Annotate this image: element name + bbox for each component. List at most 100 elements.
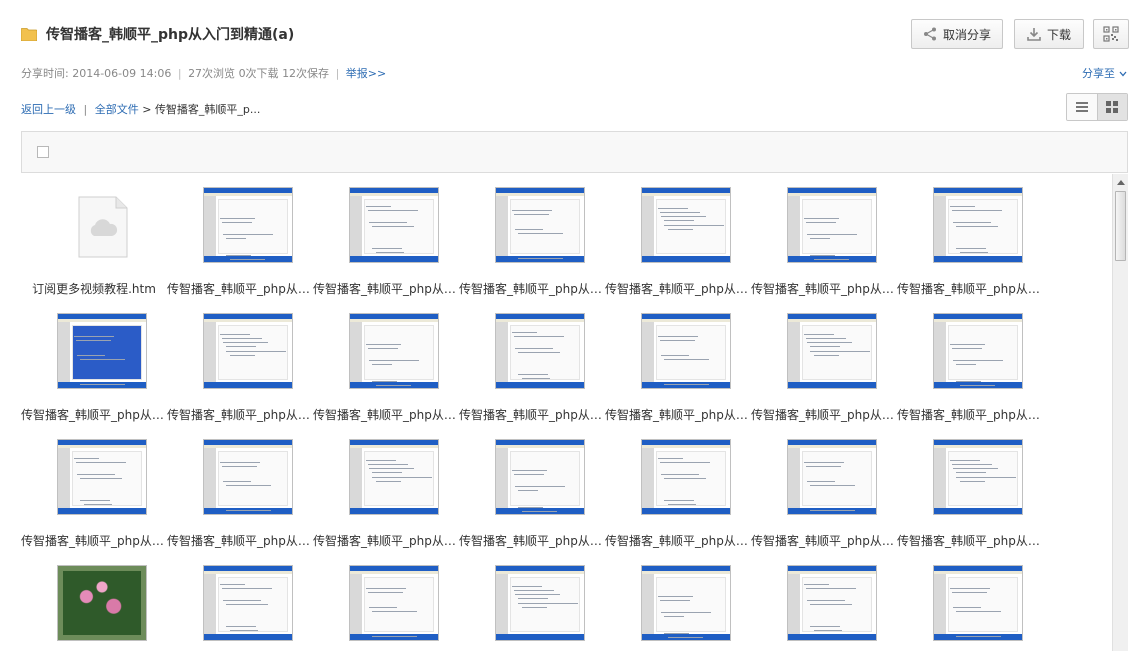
back-link[interactable]: 返回上一级 xyxy=(21,103,76,116)
file-thumbnail xyxy=(787,439,877,515)
file-name: 传智播客_韩顺平_php从入门到精通 xyxy=(167,408,313,422)
file-item[interactable]: 传智播客_韩顺平_php从入门到精通 xyxy=(167,174,313,300)
file-name: 传智播客_韩顺平_php从入门到精通 xyxy=(605,408,751,422)
unshare-button[interactable]: 取消分享 xyxy=(911,19,1003,49)
file-name: 传智播客_韩顺平_php从入门到精通 xyxy=(751,282,897,296)
file-name: 传智播客_韩顺平_php从入门到精通 xyxy=(459,534,605,548)
scrollbar[interactable] xyxy=(1112,174,1128,651)
file-name: 订阅更多视频教程.htm xyxy=(32,282,156,296)
file-name: 传智播客_韩顺平_php从入门到精通 xyxy=(751,408,897,422)
file-thumbnail xyxy=(495,187,585,263)
folder-icon xyxy=(21,28,37,41)
file-thumbnail xyxy=(203,313,293,389)
file-thumbnail xyxy=(57,565,147,641)
file-thumbnail xyxy=(641,439,731,515)
file-item[interactable]: 订阅更多视频教程.htm xyxy=(21,174,167,300)
save-count: 12次保存 xyxy=(282,67,330,80)
file-thumbnail xyxy=(933,439,1023,515)
breadcrumb: 返回上一级 | 全部文件 > 传智播客_韩顺平_p... xyxy=(21,101,260,117)
file-name: 传智播客_韩顺平_php从入门到精通 xyxy=(605,282,751,296)
file-thumbnail xyxy=(641,565,731,641)
file-item[interactable] xyxy=(751,552,897,651)
file-item[interactable]: 传智播客_韩顺平_php从入门到精通 xyxy=(897,426,1043,552)
file-grid: 订阅更多视频教程.htm传智播客_韩顺平_php从入门到精通传智播客_韩顺平_p… xyxy=(21,174,1112,651)
grid-icon xyxy=(1106,101,1119,113)
file-item[interactable]: 传智播客_韩顺平_php从入门到精通 xyxy=(897,300,1043,426)
file-thumbnail xyxy=(349,313,439,389)
file-thumbnail xyxy=(57,439,147,515)
file-thumbnail xyxy=(641,187,731,263)
breadcrumb-arrow: > xyxy=(142,103,152,116)
file-thumbnail xyxy=(203,439,293,515)
list-icon xyxy=(1075,102,1088,112)
share-to-label: 分享至 xyxy=(1082,67,1115,80)
file-thumbnail xyxy=(933,565,1023,641)
file-item[interactable]: 传智播客_韩顺平_php从入门到精通 xyxy=(313,174,459,300)
file-item[interactable]: 传智播客_韩顺平_php从入门到精通 xyxy=(459,426,605,552)
file-item[interactable]: 传智播客_韩顺平_php从入门到精通 xyxy=(605,300,751,426)
download-label: 下载 xyxy=(1046,27,1071,42)
page-title: 传智播客_韩顺平_php从入门到精通(a) xyxy=(46,27,295,43)
file-name: 传智播客_韩顺平_php从入门到精通 xyxy=(459,282,605,296)
file-name: 传智播客_韩顺平_php从入门到精通 xyxy=(167,534,313,548)
file-item[interactable]: 传智播客_韩顺平_php从入门到精通 xyxy=(313,426,459,552)
share-time: 2014-06-09 14:06 xyxy=(72,67,172,80)
file-name: 传智播客_韩顺平_php从入门到精通 xyxy=(605,534,751,548)
qrcode-button[interactable] xyxy=(1093,19,1129,49)
file-item[interactable]: 传智播客_韩顺平_php从入门到精通 xyxy=(751,300,897,426)
file-item[interactable]: 传智播客_韩顺平_php从入门到精通 xyxy=(167,426,313,552)
meta-divider: | xyxy=(335,67,340,80)
download-button[interactable]: 下载 xyxy=(1014,19,1084,49)
chevron-up-icon xyxy=(1116,179,1125,185)
file-thumbnail xyxy=(787,313,877,389)
file-item[interactable]: 传智播客_韩顺平_php从入门到精通 xyxy=(897,174,1043,300)
meta-divider: | xyxy=(177,67,182,80)
file-item[interactable] xyxy=(21,552,167,651)
file-name: 传智播客_韩顺平_php从入门到精通 xyxy=(897,282,1043,296)
file-item[interactable]: 传智播客_韩顺平_php从入门到精通 xyxy=(21,300,167,426)
share-to-dropdown[interactable]: 分享至 xyxy=(1082,65,1127,81)
qrcode-icon xyxy=(1103,26,1119,42)
file-name: 传智播客_韩顺平_php从入门到精通 xyxy=(459,408,605,422)
file-thumbnail xyxy=(349,187,439,263)
file-name: 传智播客_韩顺平_php从入门到精通 xyxy=(313,282,459,296)
file-name: 传智播客_韩顺平_php从入门到精通 xyxy=(167,282,313,296)
file-item[interactable]: 传智播客_韩顺平_php从入门到精通 xyxy=(313,300,459,426)
file-item[interactable] xyxy=(897,552,1043,651)
list-view-button[interactable] xyxy=(1067,94,1097,120)
file-item[interactable]: 传智播客_韩顺平_php从入门到精通 xyxy=(605,174,751,300)
file-item[interactable]: 传智播客_韩顺平_php从入门到精通 xyxy=(751,426,897,552)
grid-view-button[interactable] xyxy=(1096,94,1127,120)
file-item[interactable]: 传智播客_韩顺平_php从入门到精通 xyxy=(605,426,751,552)
file-thumbnail xyxy=(57,313,147,389)
file-item[interactable]: 传智播客_韩顺平_php从入门到精通 xyxy=(167,300,313,426)
download-icon xyxy=(1027,28,1041,41)
scroll-up-button[interactable] xyxy=(1113,174,1128,190)
share-icon xyxy=(923,27,936,41)
file-thumbnail xyxy=(495,439,585,515)
file-name: 传智播客_韩顺平_php从入门到精通 xyxy=(897,408,1043,422)
file-name: 传智播客_韩顺平_php从入门到精通 xyxy=(21,408,167,422)
document-cloud-icon xyxy=(78,196,128,258)
file-thumbnail xyxy=(203,187,293,263)
file-item[interactable] xyxy=(167,552,313,651)
file-item[interactable]: 传智播客_韩顺平_php从入门到精通 xyxy=(21,426,167,552)
breadcrumb-divider: | xyxy=(83,103,88,116)
share-header: 传智播客_韩顺平_php从入门到精通(a) 取消分享 下载 分享时间: 2014… xyxy=(0,0,1138,130)
file-item[interactable] xyxy=(459,552,605,651)
file-item[interactable]: 传智播客_韩顺平_php从入门到精通 xyxy=(751,174,897,300)
file-item[interactable]: 传智播客_韩顺平_php从入门到精通 xyxy=(459,300,605,426)
file-item[interactable] xyxy=(605,552,751,651)
all-files-link[interactable]: 全部文件 xyxy=(95,103,139,116)
scroll-thumb[interactable] xyxy=(1115,191,1126,261)
select-all-checkbox[interactable] xyxy=(37,146,49,158)
file-thumbnail xyxy=(787,187,877,263)
file-thumbnail xyxy=(203,565,293,641)
file-item[interactable]: 传智播客_韩顺平_php从入门到精通 xyxy=(459,174,605,300)
view-count: 27次浏览 xyxy=(188,67,236,80)
download-count: 0次下载 xyxy=(238,67,279,80)
report-link[interactable]: 举报>> xyxy=(346,67,386,80)
file-thumbnail xyxy=(495,313,585,389)
file-item[interactable] xyxy=(313,552,459,651)
file-name: 传智播客_韩顺平_php从入门到精通 xyxy=(21,534,167,548)
